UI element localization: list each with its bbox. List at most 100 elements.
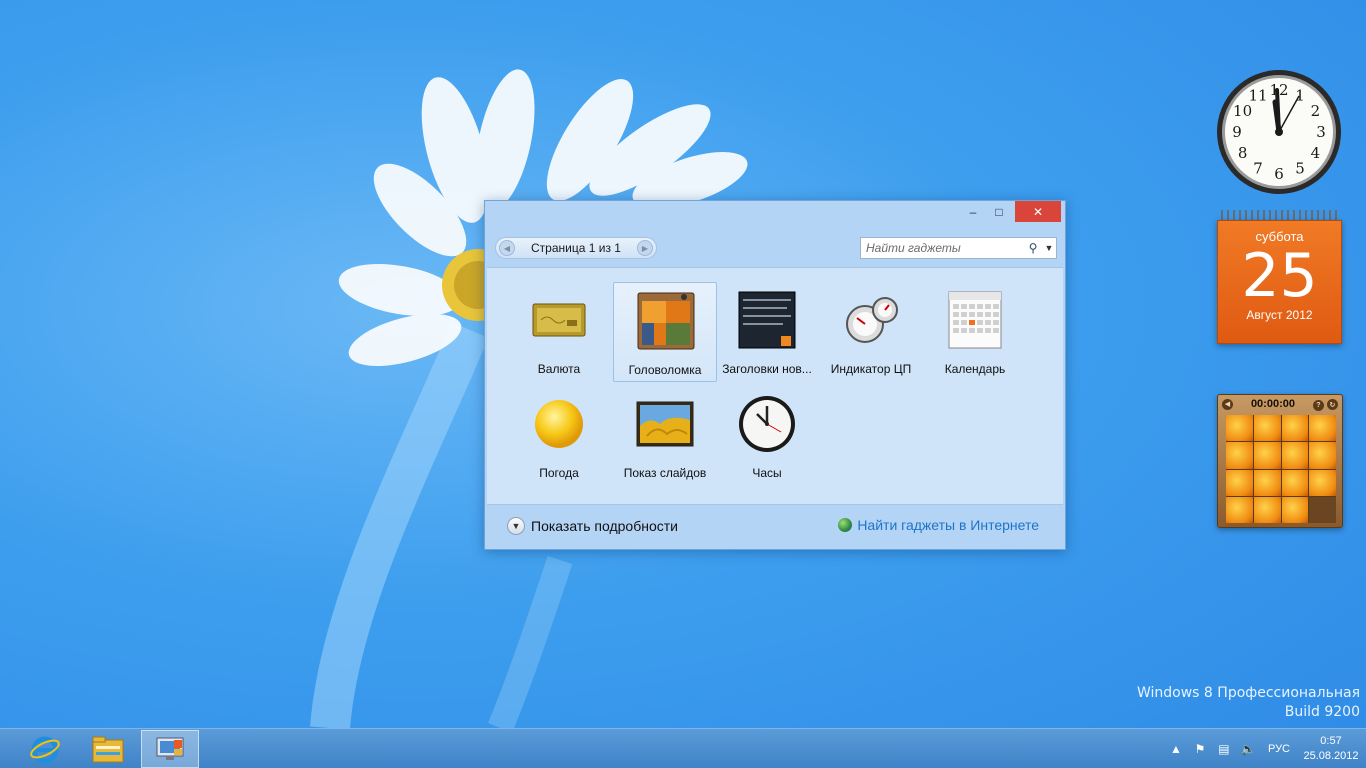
gadget-tile-currency[interactable]: Валюта (507, 282, 611, 382)
show-hidden-icons-icon[interactable]: ▲ (1164, 742, 1188, 756)
puzzle-empty-slot (1309, 496, 1336, 523)
puzzle-tile[interactable] (1226, 469, 1253, 496)
help-icon[interactable]: ? (1312, 399, 1324, 411)
input-language[interactable]: РУС (1268, 743, 1290, 755)
puzzle-tile[interactable] (1281, 496, 1309, 523)
watermark-edition: Windows 8 Профессиональная (1136, 685, 1360, 701)
gallery-footer: ▼ Показать подробности Найти гаджеты в И… (485, 507, 1065, 549)
previous-page-icon[interactable]: ◀ (499, 240, 515, 256)
puzzle-tile[interactable] (1226, 415, 1253, 442)
calendar-rings (1221, 210, 1338, 220)
gadget-tile-news[interactable]: Заголовки нов... (715, 282, 819, 382)
minimize-button[interactable]: – (959, 201, 987, 222)
clock-numeral: 1 (1295, 87, 1305, 105)
desktop-gadgets-icon (156, 737, 184, 760)
clock-numeral: 2 (1311, 102, 1321, 120)
maximize-button[interactable]: □ (985, 201, 1013, 222)
clock-numeral: 3 (1316, 123, 1326, 141)
puzzle-tile[interactable] (1226, 496, 1253, 523)
maximize-icon: □ (995, 204, 1003, 219)
action-center-flag-icon[interactable]: ⚑ (1188, 742, 1212, 756)
desktop-clock-gadget[interactable]: 121234567891011 (1215, 68, 1343, 196)
show-details-button[interactable]: ▼ Показать подробности (507, 517, 678, 535)
currency-icon (532, 303, 586, 337)
puzzle-tile[interactable] (1309, 469, 1336, 496)
clock-numeral: 6 (1274, 165, 1284, 183)
puzzle-tile[interactable] (1253, 496, 1281, 523)
gadget-search-box[interactable]: Найти гаджеты ⚲ ▼ (860, 237, 1057, 259)
desktop-puzzle-gadget[interactable]: ◀ 00:00:00 ? ↻ (1217, 394, 1343, 528)
calendar-day-number: 25 (1241, 241, 1318, 311)
puzzle-prev-icon[interactable]: ◀ (1222, 398, 1233, 410)
online-link-label: Найти гаджеты в Интернете (857, 517, 1039, 533)
cpu-meter-icon (846, 297, 898, 343)
taskbar: ▲ ⚑ ▤ 🔈 РУС 0:57 25.08.2012 (0, 728, 1366, 768)
puzzle-tile[interactable] (1253, 415, 1281, 442)
watermark-build: Build 9200 (1284, 704, 1360, 720)
close-icon: ✕ (1032, 204, 1044, 219)
clock-numeral: 4 (1311, 144, 1321, 162)
taskbar-file-explorer[interactable] (79, 730, 137, 768)
windows-watermark: Windows 8 Профессиональная Build 9200 (1137, 684, 1360, 722)
system-tray: ▲ ⚑ ▤ 🔈 РУС 0:57 25.08.2012 (1164, 729, 1366, 768)
get-gadgets-online-link[interactable]: Найти гаджеты в Интернете (838, 517, 1039, 533)
puzzle-tile[interactable] (1281, 415, 1309, 442)
puzzle-tile[interactable] (1281, 442, 1309, 469)
weather-sun-icon (535, 400, 583, 448)
gadget-label: Головоломка (628, 363, 702, 377)
puzzle-tile[interactable] (1281, 469, 1309, 496)
gadget-tile-calendar[interactable]: Календарь (923, 282, 1027, 382)
taskbar-internet-explorer[interactable] (16, 730, 74, 768)
clock-numeral: 5 (1295, 159, 1305, 177)
title-bar[interactable]: – □ ✕ (485, 201, 1065, 225)
calendar-icon (948, 291, 1002, 349)
clock-numeral: 8 (1238, 144, 1248, 162)
clock-numeral: 9 (1232, 123, 1242, 141)
gadget-tile-weather[interactable]: Погода (507, 386, 611, 486)
gadget-tile-slideshow[interactable]: Показ слайдов (613, 386, 717, 486)
gadget-label: Часы (752, 466, 782, 480)
gadget-label: Индикатор ЦП (830, 362, 912, 376)
gadget-label: Показ слайдов (623, 466, 707, 480)
chevron-down-icon[interactable]: ▼ (1042, 243, 1056, 253)
clock-numeral: 10 (1233, 102, 1252, 120)
internet-explorer-icon (30, 736, 60, 764)
gadget-label: Валюта (537, 362, 581, 376)
globe-icon (838, 518, 853, 532)
volume-icon[interactable]: 🔈 (1236, 742, 1260, 756)
taskbar-desktop-gadgets[interactable] (141, 730, 199, 768)
gadget-tile-cpu[interactable]: Индикатор ЦП (819, 282, 923, 382)
gadget-label: Погода (539, 466, 579, 480)
puzzle-tile[interactable] (1309, 442, 1336, 469)
tray-date: 25.08.2012 (1303, 750, 1359, 762)
clock-numeral: 7 (1253, 159, 1263, 177)
close-button[interactable]: ✕ (1015, 201, 1061, 222)
puzzle-board (1226, 415, 1336, 523)
chevron-down-icon: ▼ (507, 517, 525, 535)
clock-icon (739, 396, 795, 452)
clock-numeral: 11 (1248, 87, 1267, 105)
puzzle-tile[interactable] (1253, 469, 1281, 496)
network-icon[interactable]: ▤ (1212, 742, 1236, 756)
desktop-calendar-gadget[interactable]: суббота 25 Август 2012 (1217, 210, 1342, 344)
minimize-icon: – (969, 204, 977, 219)
gadget-tile-clock[interactable]: Часы (715, 386, 819, 486)
page-label: Страница 1 из 1 (531, 241, 621, 255)
search-icon[interactable]: ⚲ (1024, 241, 1042, 255)
slideshow-icon (636, 401, 694, 447)
next-page-icon[interactable]: ▶ (636, 240, 653, 256)
puzzle-icon (637, 292, 695, 350)
shuffle-icon[interactable]: ↻ (1326, 399, 1338, 410)
puzzle-tile[interactable] (1226, 442, 1253, 469)
gadget-label: Заголовки нов... (722, 362, 812, 376)
tray-time: 0:57 (1320, 735, 1342, 747)
search-input[interactable]: Найти гаджеты (861, 241, 1024, 255)
page-navigator: ◀ Страница 1 из 1 ▶ (495, 237, 657, 259)
puzzle-tile[interactable] (1309, 415, 1336, 442)
gadget-tile-puzzle[interactable]: Головоломка (613, 282, 717, 382)
calendar-page: суббота 25 Август 2012 (1217, 220, 1342, 344)
puzzle-tile[interactable] (1253, 442, 1281, 469)
gadget-grid: Валюта Головоломка Заголовки нов... Инди… (487, 267, 1063, 505)
tray-clock[interactable]: 0:57 25.08.2012 (1296, 734, 1366, 764)
puzzle-toolbar: ◀ 00:00:00 ? ↻ (1218, 395, 1342, 413)
